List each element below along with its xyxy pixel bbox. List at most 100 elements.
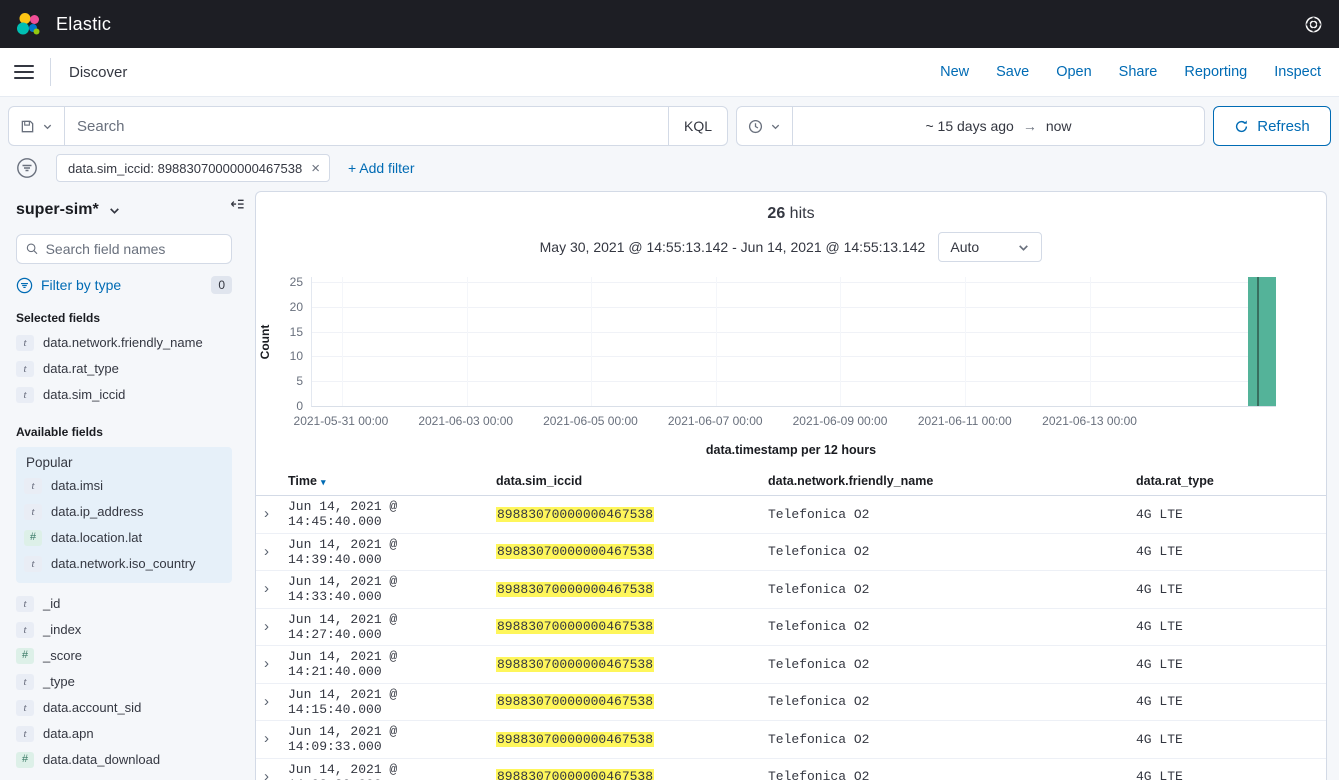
text-field-icon: t xyxy=(24,504,42,520)
gridline xyxy=(312,282,1276,283)
field-item-data-rat-type[interactable]: tdata.rat_type xyxy=(16,356,232,382)
text-field-icon: t xyxy=(16,335,34,351)
histogram-chart[interactable]: Count 0510152025 xyxy=(311,277,1276,407)
field-search-input[interactable] xyxy=(46,241,222,257)
highlighted-iccid: 89883070000000467538 xyxy=(496,619,654,634)
field-item-data-location-lat[interactable]: #data.location.lat xyxy=(24,525,224,551)
field-item--index[interactable]: t_index xyxy=(16,617,232,643)
table-row[interactable]: ›Jun 14, 2021 @ 14:33:40.000898830700000… xyxy=(256,571,1326,609)
filter-by-type-button[interactable]: Filter by type 0 xyxy=(16,276,232,294)
table-row[interactable]: ›Jun 14, 2021 @ 14:27:40.000898830700000… xyxy=(256,609,1326,647)
appbar-nav: New Save Open Share Reporting Inspect xyxy=(940,64,1321,80)
field-item-data-account-sid[interactable]: tdata.account_sid xyxy=(16,695,232,721)
refresh-icon xyxy=(1234,119,1249,134)
chevron-right-icon[interactable]: › xyxy=(264,505,269,522)
histogram-bar[interactable] xyxy=(1248,277,1276,406)
table-row[interactable]: ›Jun 14, 2021 @ 14:21:40.000898830700000… xyxy=(256,646,1326,684)
y-tick-label: 25 xyxy=(290,275,303,289)
cell-sim-iccid: 89883070000000467538 xyxy=(496,619,768,634)
table-row[interactable]: ›Jun 14, 2021 @ 14:03:30.000898830700000… xyxy=(256,759,1326,780)
hamburger-icon[interactable] xyxy=(14,63,34,81)
kql-button[interactable]: KQL xyxy=(668,107,727,145)
field-item-data-sim-iccid[interactable]: tdata.sim_iccid xyxy=(16,382,232,408)
remove-filter-icon[interactable]: × xyxy=(311,161,320,176)
cell-time: Jun 14, 2021 @ 14:21:40.000 xyxy=(288,649,496,679)
cell-rat-type: 4G LTE xyxy=(1136,732,1326,747)
collapse-sidebar-icon[interactable] xyxy=(230,197,245,212)
time-quick-menu-button[interactable] xyxy=(737,107,793,145)
search-input[interactable] xyxy=(65,107,668,145)
field-item-data-network-iso-country[interactable]: tdata.network.iso_country xyxy=(24,551,224,577)
cell-sim-iccid: 89883070000000467538 xyxy=(496,544,768,559)
cell-sim-iccid: 89883070000000467538 xyxy=(496,507,768,522)
index-pattern-name: super-sim* xyxy=(16,201,99,219)
search-box: KQL xyxy=(8,106,728,146)
sort-desc-icon[interactable]: ▾ xyxy=(321,477,326,487)
table-row[interactable]: ›Jun 14, 2021 @ 14:45:40.000898830700000… xyxy=(256,496,1326,534)
column-header-time[interactable]: Time▾ xyxy=(288,474,496,488)
y-tick-label: 10 xyxy=(290,349,303,363)
index-pattern-switcher[interactable]: super-sim* xyxy=(16,201,232,219)
field-name: _type xyxy=(43,674,75,690)
nav-link-share[interactable]: Share xyxy=(1119,64,1158,80)
chevron-right-icon[interactable]: › xyxy=(264,693,269,710)
nav-link-save[interactable]: Save xyxy=(996,64,1029,80)
x-tick-label: 2021-06-07 00:00 xyxy=(668,414,763,428)
text-field-icon: t xyxy=(16,596,34,612)
field-item-data-apn[interactable]: tdata.apn xyxy=(16,721,232,747)
cell-time: Jun 14, 2021 @ 14:39:40.000 xyxy=(288,537,496,567)
field-name: data.ip_address xyxy=(51,504,144,520)
column-header-network[interactable]: data.network.friendly_name xyxy=(768,474,1136,488)
text-field-icon: t xyxy=(16,622,34,638)
time-range-display[interactable]: ~ 15 days ago → now xyxy=(793,107,1204,145)
chevron-right-icon[interactable]: › xyxy=(264,580,269,597)
field-item-data-imsi[interactable]: tdata.imsi xyxy=(24,473,224,499)
filter-pill[interactable]: data.sim_iccid: 89883070000000467538 × xyxy=(56,154,330,182)
time-from: ~ 15 days ago xyxy=(925,118,1013,134)
interval-select[interactable]: Auto xyxy=(938,232,1042,262)
field-item-data-data-download[interactable]: #data.data_download xyxy=(16,747,232,773)
gridline xyxy=(591,277,592,406)
field-item--id[interactable]: t _id xyxy=(16,591,232,617)
highlighted-iccid: 89883070000000467538 xyxy=(496,507,654,522)
text-field-icon: t xyxy=(16,674,34,690)
column-header-sim-iccid[interactable]: data.sim_iccid xyxy=(496,474,768,488)
cell-sim-iccid: 89883070000000467538 xyxy=(496,732,768,747)
chevron-right-icon[interactable]: › xyxy=(264,618,269,635)
query-section: KQL ~ 15 days ago → now xyxy=(0,97,1339,191)
cell-rat-type: 4G LTE xyxy=(1136,507,1326,522)
nav-link-open[interactable]: Open xyxy=(1056,64,1091,80)
saved-query-menu-button[interactable] xyxy=(9,107,65,145)
filter-circle-icon[interactable] xyxy=(15,156,39,180)
chevron-down-icon xyxy=(770,121,781,132)
field-item--score[interactable]: #_score xyxy=(16,643,232,669)
brand-name: Elastic xyxy=(56,14,111,35)
field-item-data-ip-address[interactable]: t data.ip_address xyxy=(24,499,224,525)
table-row[interactable]: ›Jun 14, 2021 @ 14:15:40.000898830700000… xyxy=(256,684,1326,722)
nav-link-inspect[interactable]: Inspect xyxy=(1274,64,1321,80)
cell-rat-type: 4G LTE xyxy=(1136,769,1326,780)
chevron-right-icon[interactable]: › xyxy=(264,655,269,672)
field-name: data.location.lat xyxy=(51,530,142,546)
gridline xyxy=(312,332,1276,333)
refresh-button[interactable]: Refresh xyxy=(1213,106,1331,146)
selected-fields-heading: Selected fields xyxy=(16,311,232,325)
add-filter-button[interactable]: + Add filter xyxy=(348,160,415,176)
nav-link-new[interactable]: New xyxy=(940,64,969,80)
chevron-right-icon[interactable]: › xyxy=(264,730,269,747)
field-name: _id xyxy=(43,596,60,612)
nav-link-reporting[interactable]: Reporting xyxy=(1184,64,1247,80)
field-item--type[interactable]: t _type xyxy=(16,669,232,695)
elastic-logo[interactable] xyxy=(16,11,42,37)
filter-pill-label: data.sim_iccid: 89883070000000467538 xyxy=(68,161,302,176)
field-item-data-network-friendly-name[interactable]: tdata.network.friendly_name xyxy=(16,330,232,356)
time-to: now xyxy=(1046,118,1072,134)
table-row[interactable]: › Jun 14, 2021 @ 14:39:40.000898830700000… xyxy=(256,534,1326,572)
gridline xyxy=(840,277,841,406)
chevron-right-icon[interactable]: › xyxy=(264,543,269,560)
gridline xyxy=(312,356,1276,357)
help-button[interactable] xyxy=(1301,12,1325,36)
chevron-right-icon[interactable]: › xyxy=(264,768,269,780)
table-row[interactable]: ›Jun 14, 2021 @ 14:09:33.000898830700000… xyxy=(256,721,1326,759)
column-header-rat-type[interactable]: data.rat_type xyxy=(1136,474,1326,488)
